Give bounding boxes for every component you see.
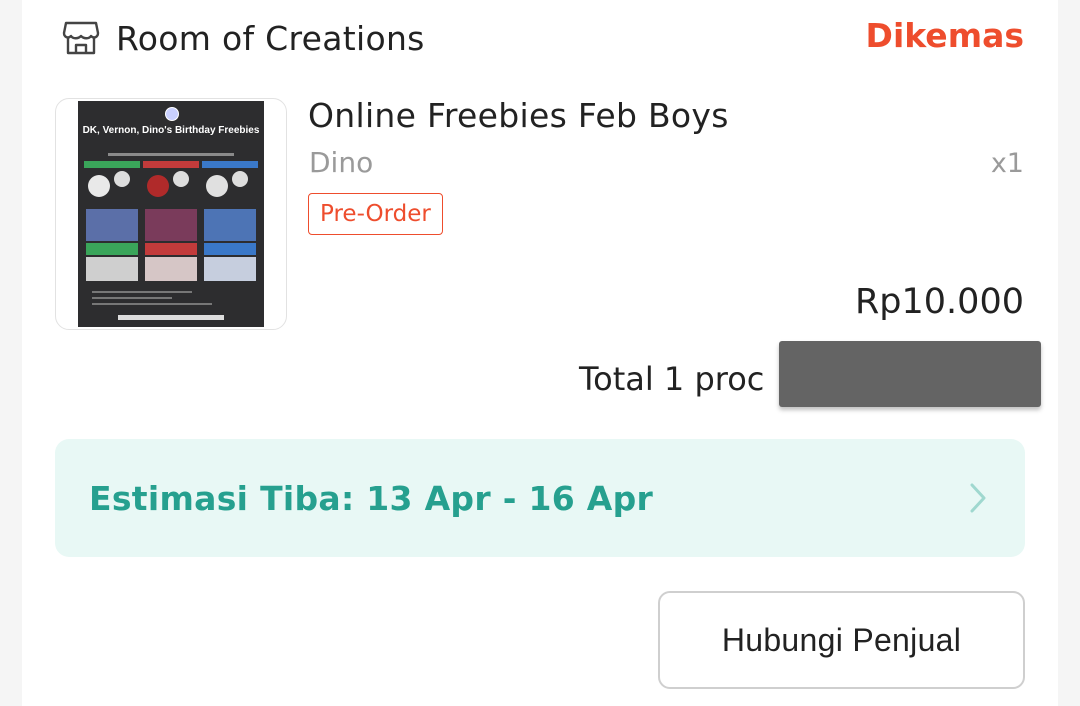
product-quantity: x1 <box>990 148 1024 179</box>
preorder-badge: Pre-Order <box>308 193 443 235</box>
delivery-estimate-text: Estimasi Tiba: 13 Apr - 16 Apr <box>89 479 654 518</box>
store-icon <box>62 19 100 57</box>
shop-name[interactable]: Room of Creations <box>116 19 425 58</box>
order-card: Room of Creations Dikemas DK, Vernon, Di… <box>22 0 1058 706</box>
poster-logo <box>165 107 179 121</box>
redaction-box <box>779 341 1041 407</box>
poster-title: DK, Vernon, Dino's Birthday Freebies <box>82 125 260 136</box>
product-poster-image: DK, Vernon, Dino's Birthday Freebies <box>78 101 264 327</box>
poster-footnote <box>92 291 192 293</box>
product-variant: Dino <box>309 146 374 179</box>
contact-seller-button[interactable]: Hubungi Penjual <box>658 591 1025 689</box>
product-price: Rp10.000 <box>854 282 1024 322</box>
chevron-right-icon <box>967 481 989 515</box>
poster-footnote <box>92 297 172 299</box>
poster-column-blue <box>202 161 258 283</box>
product-title[interactable]: Online Freebies Feb Boys <box>308 96 729 135</box>
poster-column-red <box>143 161 199 283</box>
poster-footnote <box>92 303 212 305</box>
poster-column-green <box>84 161 140 283</box>
poster-subtitle-bar <box>108 153 234 156</box>
shop-header[interactable]: Room of Creations <box>62 14 425 62</box>
order-status: Dikemas <box>865 16 1024 55</box>
poster-footer-bar <box>118 315 224 320</box>
product-image[interactable]: DK, Vernon, Dino's Birthday Freebies <box>55 98 287 330</box>
delivery-estimate-banner[interactable]: Estimasi Tiba: 13 Apr - 16 Apr <box>55 439 1025 557</box>
order-total: Total 1 proc <box>579 360 765 398</box>
